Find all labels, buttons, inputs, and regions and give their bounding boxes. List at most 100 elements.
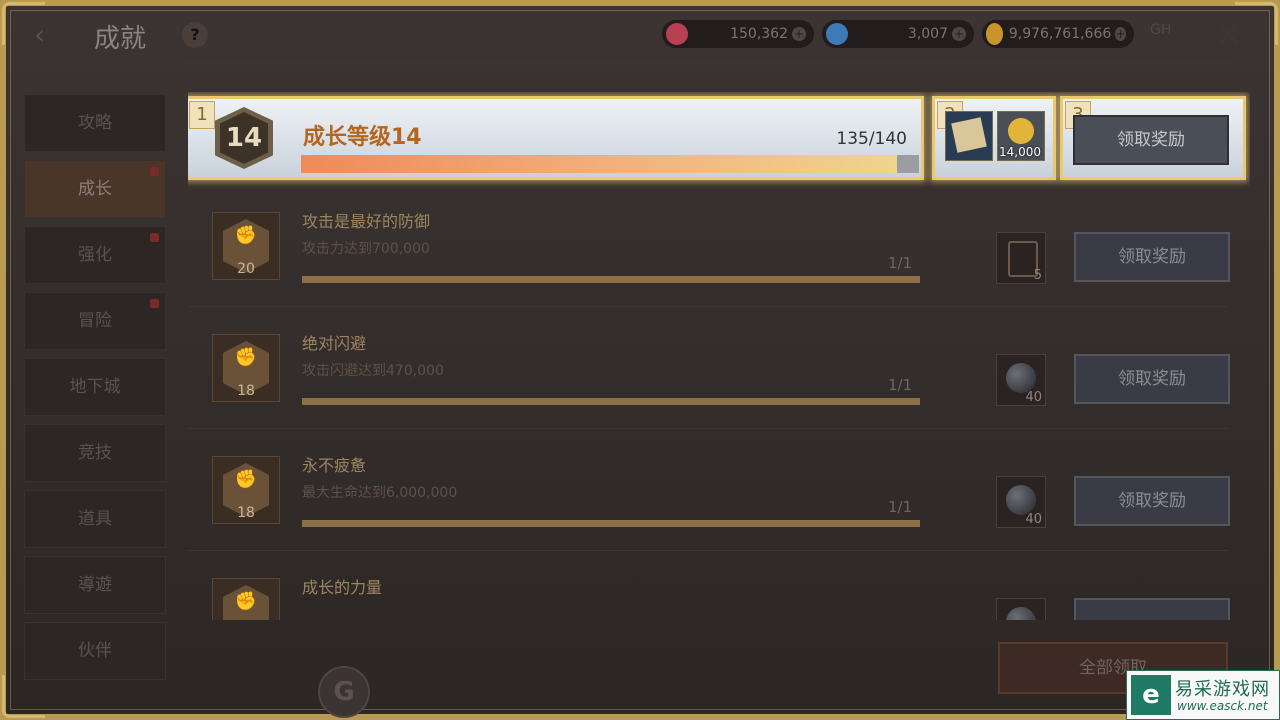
sidebar-item-label: 冒险 (78, 311, 112, 331)
help-button[interactable]: ? (182, 22, 208, 48)
step-marker: 1 (189, 101, 215, 129)
red-gem-icon (666, 23, 688, 45)
achievement-row: ✊ 成长的力量 (188, 554, 1230, 620)
scroll-icon[interactable] (945, 111, 993, 161)
gold-coins-icon[interactable]: 14,000 (997, 111, 1045, 161)
achievement-desc: 最大生命达到6,000,000 (302, 485, 458, 501)
achievement-row: ✊ 20 攻击是最好的防御 攻击力达到700,000 1/1 5 领取奖励 (188, 188, 1230, 307)
claim-reward-button[interactable]: 领取奖励 (1074, 476, 1230, 526)
progress-bar (301, 155, 919, 173)
progress-text: 1/1 (888, 254, 913, 272)
progress-fill (302, 276, 920, 283)
progress-bar (302, 398, 920, 405)
notification-dot (150, 299, 159, 308)
sidebar-item[interactable]: 攻略 (24, 94, 166, 152)
reward-count: 5 (1033, 268, 1042, 283)
achievement-row: ✊ 18 绝对闪避 攻击闪避达到470,000 1/1 40 领取奖励 (188, 310, 1230, 429)
sidebar-item[interactable]: 導遊 (24, 556, 166, 614)
blue-gem-icon (826, 23, 848, 45)
orb-icon[interactable] (996, 598, 1046, 620)
add-currency-button[interactable]: + (792, 27, 806, 41)
sidebar-item-label: 導遊 (78, 575, 112, 595)
level-badge-icon: 14 (215, 107, 273, 169)
claim-reward-button[interactable]: 领取奖励 (1073, 115, 1229, 165)
achievement-list: 1 14 成长等级14 135/140 2 14,000 3 领取奖励 (188, 92, 1250, 620)
fist-icon: ✊ (234, 469, 258, 490)
currency-red-gem: 150,362 + (662, 20, 814, 48)
claim-box: 3 领取奖励 (1060, 96, 1246, 180)
achievement-badge-icon: ✊ 18 (212, 334, 280, 402)
reward-box: 2 14,000 (932, 96, 1056, 180)
sidebar-item[interactable]: 冒险 (24, 292, 166, 350)
orb-icon[interactable]: 40 (996, 476, 1046, 528)
notification-dot (150, 167, 159, 176)
claim-reward-button[interactable]: 领取奖励 (1074, 354, 1230, 404)
g-menu-button[interactable]: G (318, 666, 370, 718)
fist-icon: ✊ (234, 225, 258, 246)
sidebar-item[interactable]: 道具 (24, 490, 166, 548)
achievement-row: ✊ 18 永不疲惫最大生命达到6,000,000 1/1 40 领取奖励 (188, 432, 1230, 551)
achievement-badge-icon: ✊ 20 (212, 212, 280, 280)
sidebar-item-label: 伙伴 (78, 641, 112, 661)
watermark: e 易采游戏网 www.easck.net (1126, 670, 1280, 720)
extra-icon[interactable]: GH (1150, 22, 1178, 46)
progress-fill (302, 398, 920, 405)
frame-corner-ornament (2, 675, 45, 718)
achievement-title: 成长等级14 (303, 125, 422, 150)
badge-level: 18 (237, 383, 255, 399)
badge-level: 20 (237, 261, 255, 277)
sidebar-item[interactable]: 成长 (24, 160, 166, 218)
sidebar-item-label: 竞技 (78, 443, 112, 463)
progress-fill (302, 520, 920, 527)
back-arrow-icon[interactable]: ‹ (34, 20, 60, 50)
watermark-name: 易采游戏网 (1175, 679, 1270, 700)
sidebar-item[interactable]: 强化 (24, 226, 166, 284)
currency-gold: 9,976,761,666 + (982, 20, 1134, 48)
achievement-desc: 攻击力达到700,000 (302, 241, 430, 257)
progress-text: 135/140 (836, 129, 907, 149)
fist-icon: ✊ (234, 347, 258, 368)
highlight-info-box: 1 14 成长等级14 135/140 (188, 96, 924, 180)
sidebar-item-label: 强化 (78, 245, 112, 265)
sidebar-item-label: 地下城 (69, 377, 121, 397)
page-title: 成就 (94, 24, 147, 54)
add-currency-button[interactable]: + (952, 27, 966, 41)
close-icon[interactable]: ✕ (1214, 16, 1243, 56)
sidebar-item[interactable]: 地下城 (24, 358, 166, 416)
achievement-badge-icon: ✊ 18 (212, 456, 280, 524)
highlighted-achievement: 1 14 成长等级14 135/140 2 14,000 3 领取奖励 (188, 92, 1250, 184)
currency-blue-gem: 3,007 + (822, 20, 974, 48)
sidebar-item-label: 攻略 (78, 113, 112, 133)
reward-count: 40 (1025, 390, 1042, 405)
card-icon[interactable]: 5 (996, 232, 1046, 284)
sidebar-item[interactable]: 竞技 (24, 424, 166, 482)
progress-bar (302, 520, 920, 527)
currency-value: 3,007 (907, 26, 948, 42)
gold-coin-icon (986, 23, 1003, 45)
badge-level: 18 (237, 505, 255, 521)
progress-text: 1/1 (888, 376, 913, 394)
claim-reward-button[interactable]: 领取奖励 (1074, 232, 1230, 282)
progress-fill (301, 155, 897, 173)
watermark-logo-icon: e (1131, 675, 1171, 715)
achievement-title: 成长的力量 (302, 578, 383, 597)
achievement-title: 永不疲惫 (302, 456, 367, 475)
achievement-badge-icon: ✊ (212, 578, 280, 620)
sidebar-item-label: 成长 (78, 179, 112, 199)
sidebar-item-label: 道具 (78, 509, 112, 529)
reward-count: 14,000 (999, 145, 1041, 159)
header-divider (180, 62, 1230, 63)
fist-icon: ✊ (234, 591, 258, 612)
level-badge-number: 14 (225, 123, 263, 153)
achievement-title: 攻击是最好的防御 (302, 212, 431, 231)
claim-reward-button[interactable] (1074, 598, 1230, 620)
progress-text: 1/1 (888, 498, 913, 516)
reward-count: 40 (1025, 512, 1042, 527)
notification-dot (150, 233, 159, 242)
achievement-title: 绝对闪避 (302, 334, 367, 353)
watermark-url: www.easck.net (1177, 699, 1268, 713)
orb-icon[interactable]: 40 (996, 354, 1046, 406)
add-currency-button[interactable]: + (1115, 27, 1126, 41)
sidebar-item[interactable]: 伙伴 (24, 622, 166, 680)
currency-value: 9,976,761,666 (1008, 26, 1112, 42)
